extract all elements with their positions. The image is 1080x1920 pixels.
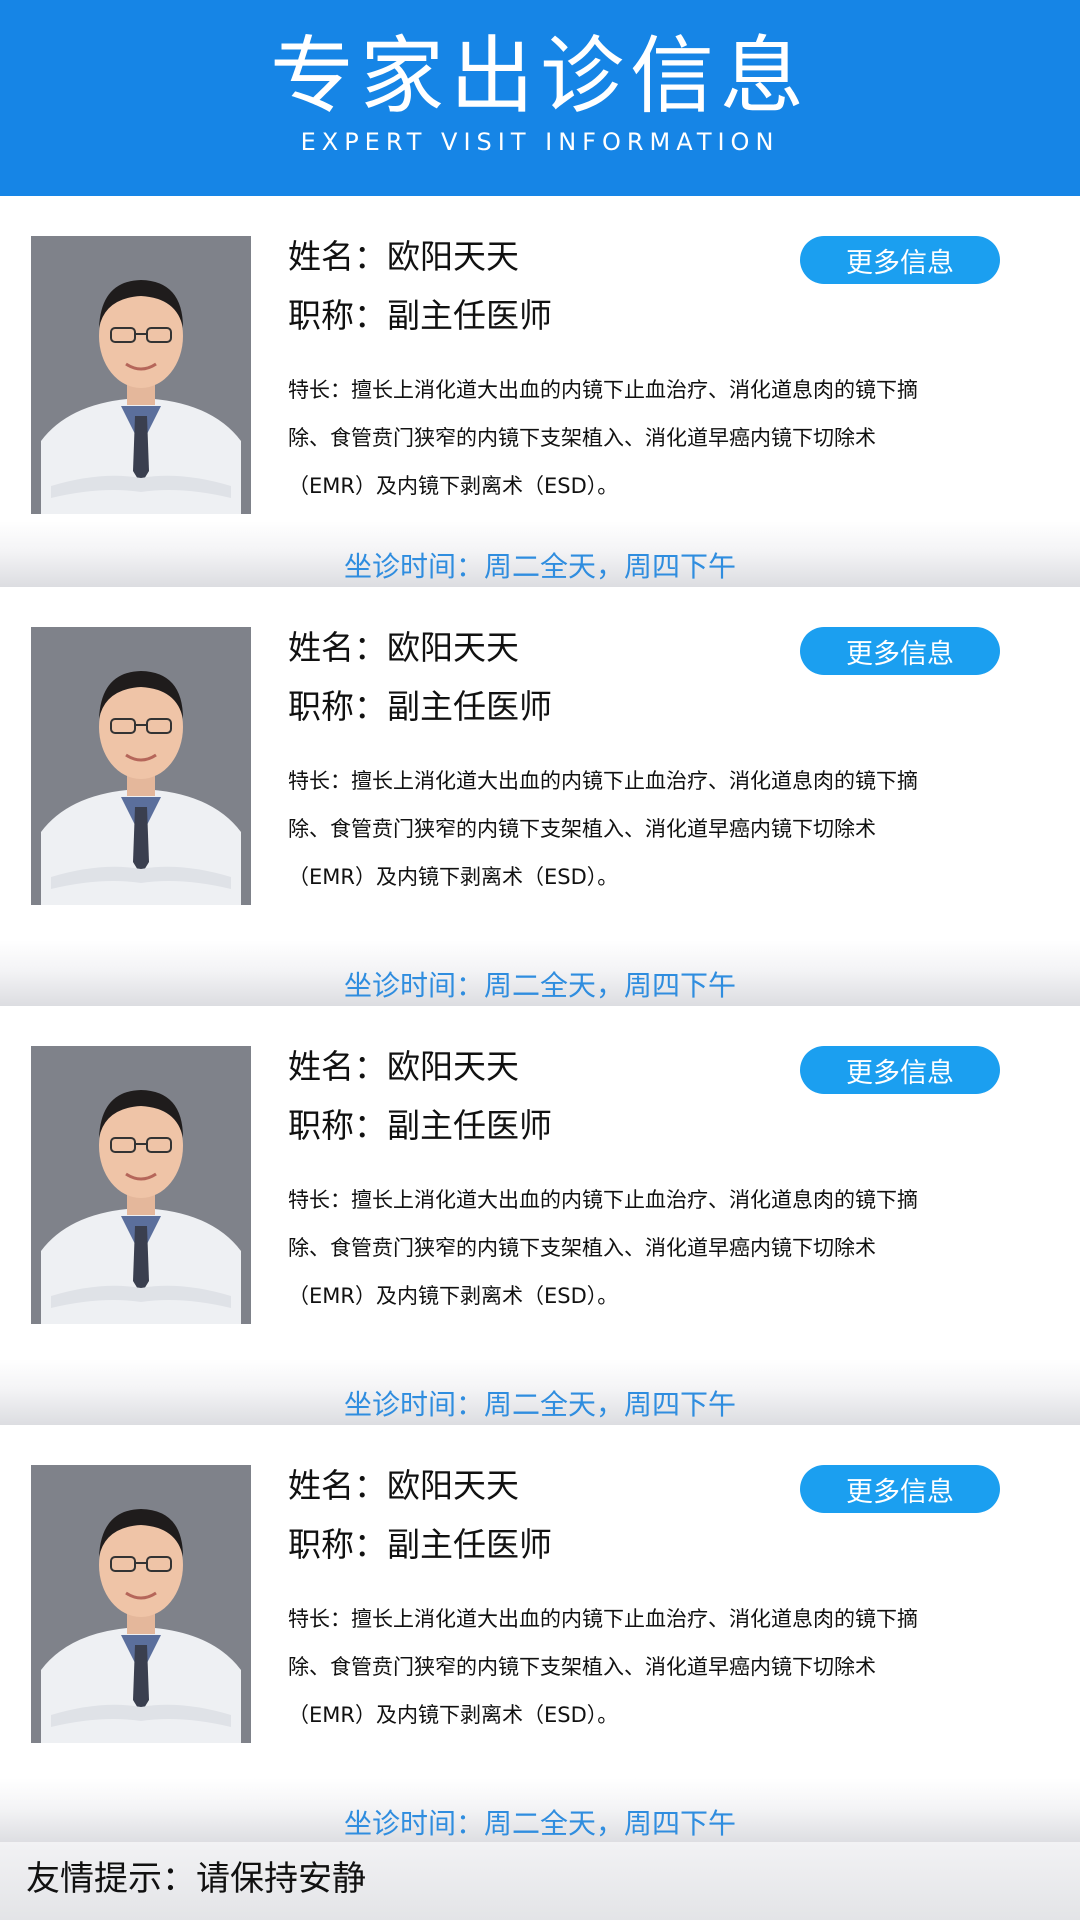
schedule-strip: 坐诊时间：周二全天，周四下午 xyxy=(0,1778,1080,1844)
more-info-button[interactable]: 更多信息 xyxy=(800,1465,1000,1513)
page-title: 专家出诊信息 xyxy=(269,27,810,125)
more-info-button[interactable]: 更多信息 xyxy=(800,627,1000,675)
doctor-portrait-icon xyxy=(31,627,251,905)
schedule-text: 坐诊时间：周二全天，周四下午 xyxy=(343,550,736,583)
schedule-text: 坐诊时间：周二全天，周四下午 xyxy=(343,969,736,1002)
doctor-card: 姓名：欧阳天天 职称：副主任医师 更多信息 特长：擅长上消化道大出血的内镜下止血… xyxy=(0,587,1080,1006)
doctor-specialty: 特长：擅长上消化道大出血的内镜下止血治疗、消化道息肉的镜下摘除、食管贲门狭窄的内… xyxy=(288,1188,918,1308)
schedule-strip: 坐诊时间：周二全天，周四下午 xyxy=(0,521,1080,587)
doctor-portrait-icon xyxy=(31,236,251,514)
doctor-photo xyxy=(31,627,251,905)
page-subtitle: EXPERT VISIT INFORMATION xyxy=(300,128,780,156)
doctor-photo xyxy=(31,1046,251,1324)
doctor-name: 姓名：欧阳天天 xyxy=(288,1466,519,1505)
schedule-text: 坐诊时间：周二全天，周四下午 xyxy=(343,1807,736,1840)
schedule-text: 坐诊时间：周二全天，周四下午 xyxy=(343,1388,736,1421)
more-info-button[interactable]: 更多信息 xyxy=(800,1046,1000,1094)
doctor-list: 姓名：欧阳天天 职称：副主任医师 更多信息 特长：擅长上消化道大出血的内镜下止血… xyxy=(0,196,1080,1844)
doctor-name: 姓名：欧阳天天 xyxy=(288,628,519,667)
doctor-title: 职称：副主任医师 xyxy=(288,687,552,726)
doctor-photo xyxy=(31,1465,251,1743)
doctor-card: 姓名：欧阳天天 职称：副主任医师 更多信息 特长：擅长上消化道大出血的内镜下止血… xyxy=(0,1425,1080,1844)
more-info-button[interactable]: 更多信息 xyxy=(800,236,1000,284)
doctor-portrait-icon xyxy=(31,1046,251,1324)
doctor-photo xyxy=(31,236,251,514)
schedule-strip: 坐诊时间：周二全天，周四下午 xyxy=(0,940,1080,1006)
schedule-strip: 坐诊时间：周二全天，周四下午 xyxy=(0,1359,1080,1425)
doctor-portrait-icon xyxy=(31,1465,251,1743)
doctor-card: 姓名：欧阳天天 职称：副主任医师 更多信息 特长：擅长上消化道大出血的内镜下止血… xyxy=(0,196,1080,587)
doctor-specialty: 特长：擅长上消化道大出血的内镜下止血治疗、消化道息肉的镜下摘除、食管贲门狭窄的内… xyxy=(288,769,918,889)
doctor-specialty: 特长：擅长上消化道大出血的内镜下止血治疗、消化道息肉的镜下摘除、食管贲门狭窄的内… xyxy=(288,1607,918,1727)
doctor-title: 职称：副主任医师 xyxy=(288,1106,552,1145)
page-header: 专家出诊信息 EXPERT VISIT INFORMATION xyxy=(0,0,1080,196)
doctor-card: 姓名：欧阳天天 职称：副主任医师 更多信息 特长：擅长上消化道大出血的内镜下止血… xyxy=(0,1006,1080,1425)
doctor-title: 职称：副主任医师 xyxy=(288,1525,552,1564)
doctor-name: 姓名：欧阳天天 xyxy=(288,237,519,276)
footer-tip: 友情提示：请保持安静 xyxy=(26,1859,366,1899)
doctor-specialty: 特长：擅长上消化道大出血的内镜下止血治疗、消化道息肉的镜下摘除、食管贲门狭窄的内… xyxy=(288,378,918,498)
footer-tip-bar: 友情提示：请保持安静 xyxy=(0,1842,1080,1920)
doctor-title: 职称：副主任医师 xyxy=(288,296,552,335)
doctor-name: 姓名：欧阳天天 xyxy=(288,1047,519,1086)
